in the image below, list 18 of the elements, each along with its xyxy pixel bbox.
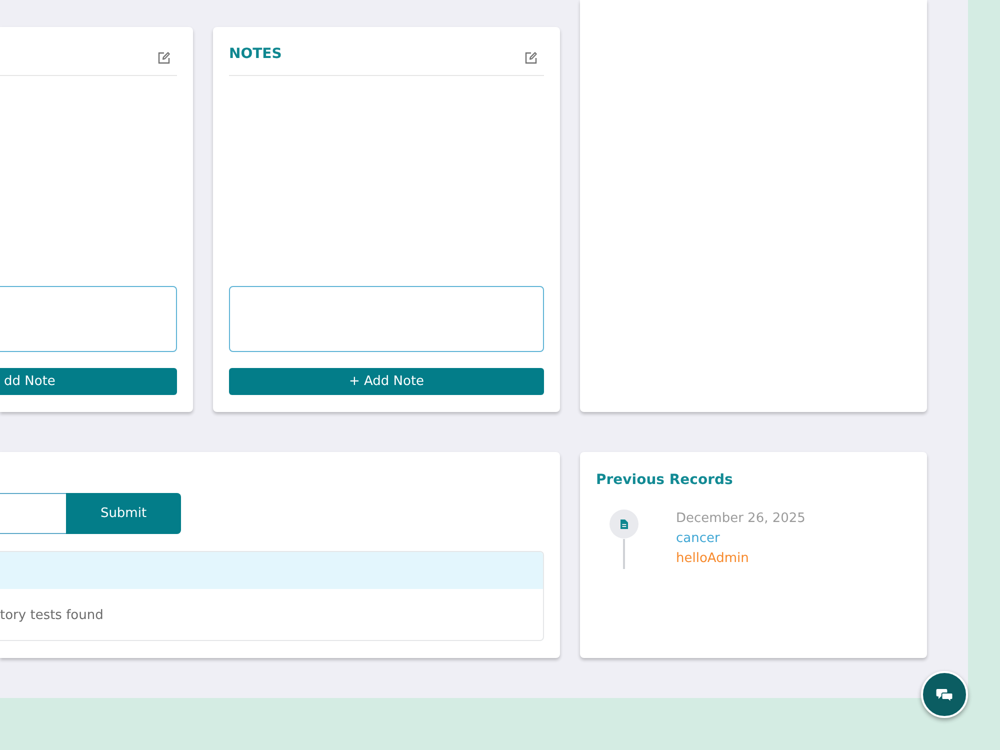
input-field[interactable]: [0, 493, 66, 534]
note-field[interactable]: [0, 286, 177, 352]
document-icon: [609, 509, 639, 539]
card-title: NOTES: [229, 45, 282, 64]
record-author: helloAdmin: [676, 550, 750, 568]
chat-icon: [936, 688, 953, 702]
empty-message: tory tests found: [0, 607, 104, 625]
note-field[interactable]: [229, 286, 544, 352]
submit-button[interactable]: Submit: [66, 493, 181, 534]
add-note-button[interactable]: dd Note: [0, 368, 177, 395]
edit-icon[interactable]: [525, 52, 537, 64]
card-title: Previous Records: [596, 471, 734, 490]
record-label[interactable]: cancer: [676, 529, 806, 549]
timeline-line: [623, 539, 625, 569]
record-date: December 26, 2025: [676, 510, 806, 528]
add-note-button[interactable]: + Add Note: [229, 368, 544, 395]
chat-button[interactable]: [921, 671, 968, 718]
edit-icon[interactable]: [158, 52, 170, 64]
